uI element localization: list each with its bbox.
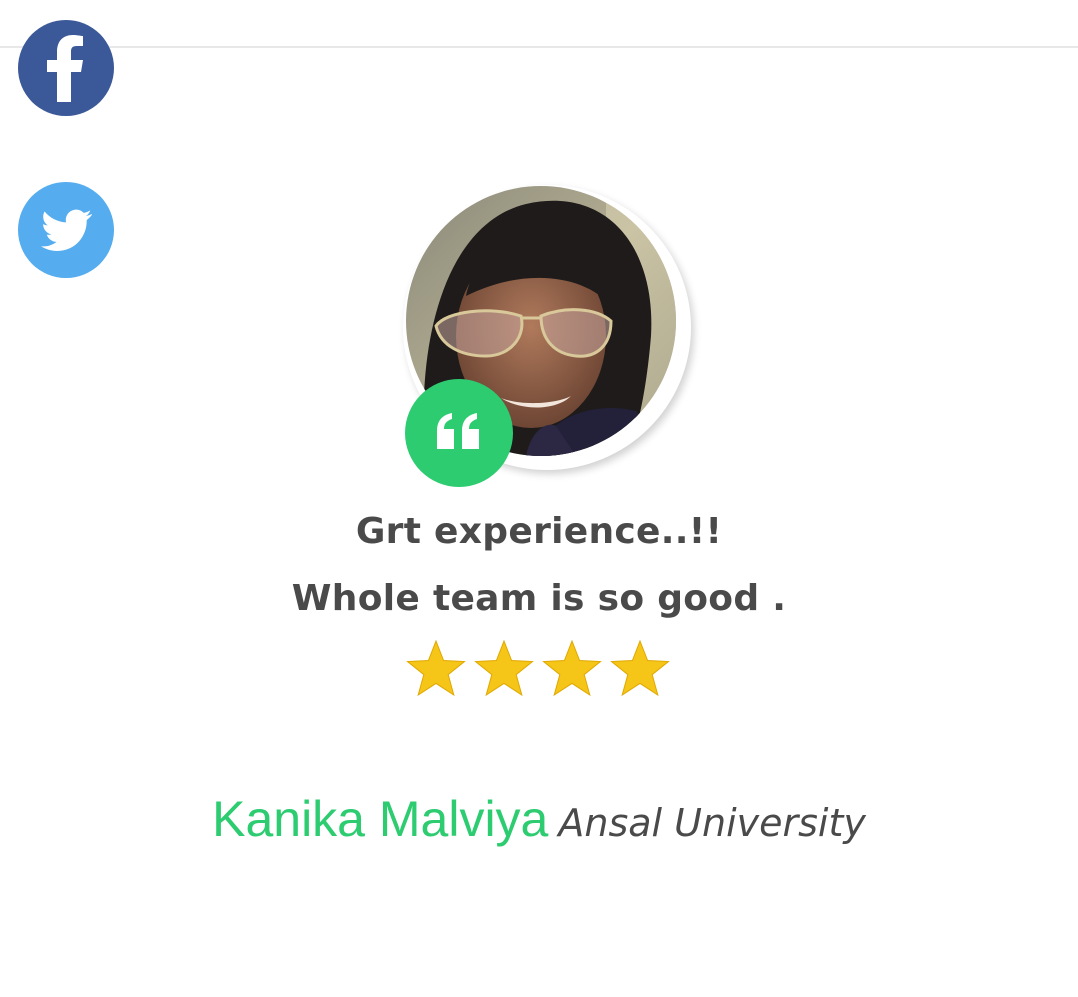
- testimonial-author: Kanika Malviya Ansal University: [0, 790, 1078, 848]
- author-organization: Ansal University: [558, 801, 866, 845]
- author-name: Kanika Malviya: [212, 791, 549, 847]
- facebook-icon: [18, 20, 114, 116]
- star-icon: [610, 639, 670, 697]
- testimonial-text-line-2: Whole team is so good .: [291, 578, 787, 619]
- testimonial-text-line-1: Grt experience..!!: [355, 511, 723, 552]
- quote-icon: [434, 411, 484, 455]
- star-icon: [406, 639, 466, 697]
- header-divider: [0, 46, 1078, 48]
- star-icon: [474, 639, 534, 697]
- quote-badge: [405, 379, 513, 487]
- twitter-icon: [18, 182, 114, 278]
- star-rating: [405, 638, 671, 706]
- twitter-share-button[interactable]: [18, 182, 114, 278]
- facebook-share-button[interactable]: [18, 20, 114, 116]
- star-icon: [542, 639, 602, 697]
